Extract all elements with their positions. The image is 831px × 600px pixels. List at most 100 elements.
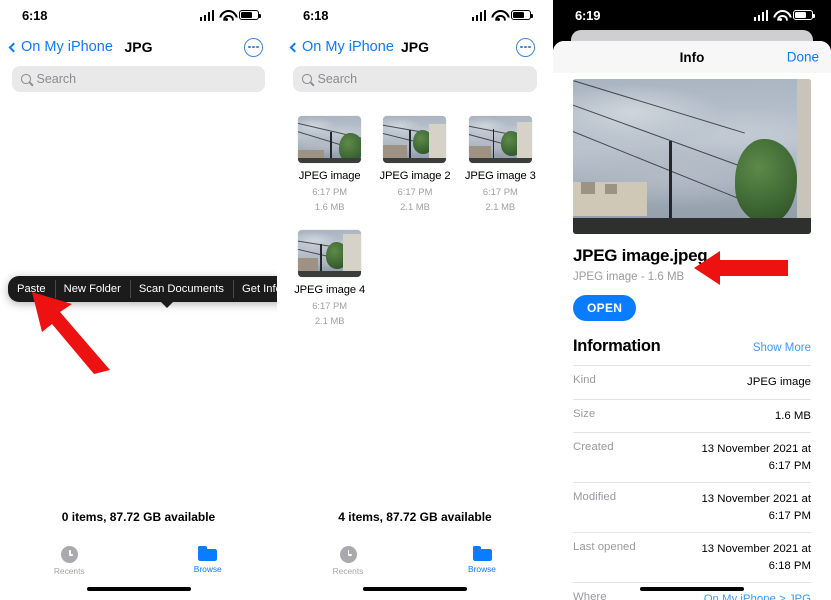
signal-icon <box>471 9 486 21</box>
sheet-title: Info <box>679 49 705 65</box>
tab-browse[interactable]: Browse <box>139 546 278 576</box>
tab-recents-label: Recents <box>332 566 364 576</box>
file-size: 2.1 MB <box>400 201 430 212</box>
tab-browse-label: Browse <box>468 564 496 574</box>
info-row-value: 13 November 2021 at 6:18 PM <box>701 543 811 572</box>
home-indicator <box>86 586 191 591</box>
file-thumbnail <box>298 230 362 277</box>
home-indicator <box>640 586 744 591</box>
file-thumbnail <box>298 116 362 163</box>
info-row-key: Last opened <box>573 541 636 554</box>
folder-icon <box>472 546 492 561</box>
back-button[interactable]: On My iPhone <box>8 39 113 55</box>
context-menu-item-get-info[interactable]: Get Info <box>233 276 277 302</box>
battery-icon <box>511 9 534 21</box>
tab-recents-label: Recents <box>53 566 85 576</box>
info-row: Last opened 13 November 2021 at 6:18 PM <box>573 532 811 582</box>
status-bar: 6:19 <box>553 0 831 30</box>
status-icons <box>199 9 262 21</box>
file-name: JPEG image 2 <box>379 170 451 182</box>
info-row-key: Where <box>573 591 607 600</box>
open-button[interactable]: OPEN <box>573 295 637 321</box>
navigation-bar: On My iPhone JPG <box>281 30 549 64</box>
info-row-value: 13 November 2021 at 6:17 PM <box>701 493 811 522</box>
status-time: 6:18 <box>303 7 329 23</box>
info-row-key: Kind <box>573 374 596 386</box>
clock-icon <box>60 546 78 563</box>
search-icon <box>21 74 31 84</box>
search-placeholder: Search <box>317 72 358 86</box>
back-button-label: On My iPhone <box>302 39 394 55</box>
battery-icon <box>793 9 816 21</box>
file-preview-image[interactable] <box>573 79 811 234</box>
status-bar: 6:18 <box>281 0 549 30</box>
info-row-key: Created <box>573 441 614 454</box>
info-row-value: 1.6 MB <box>774 409 811 422</box>
info-row: Size 1.6 MB <box>573 398 811 433</box>
file-item[interactable]: JPEG image 2 6:17 PM 2.1 MB <box>372 108 457 212</box>
chevron-left-icon <box>8 42 19 52</box>
folder-status-text: 0 items, 87.72 GB available <box>61 510 216 524</box>
tab-browse[interactable]: Browse <box>415 546 549 576</box>
tab-bar: Recents Browse <box>0 546 277 576</box>
info-row-value-link[interactable]: On My iPhone > JPG <box>704 591 811 600</box>
search-container: Search <box>281 64 549 100</box>
tab-recents[interactable]: Recents <box>0 546 139 576</box>
chevron-left-icon <box>289 42 300 52</box>
wifi-icon <box>219 10 234 21</box>
status-icons <box>471 9 534 21</box>
info-row-key: Size <box>573 407 596 420</box>
home-indicator <box>363 586 467 591</box>
tab-browse-label: Browse <box>193 564 222 574</box>
modal-sheet-stack: Info Done JPEG image.jpeg JPEG image - 1… <box>553 30 831 600</box>
file-time: 6:17 PM <box>482 186 518 197</box>
context-menu-pointer <box>160 301 174 308</box>
file-item[interactable]: JPEG image 6:17 PM 1.6 MB <box>287 108 372 212</box>
more-options-icon[interactable] <box>244 37 263 57</box>
back-button[interactable]: On My iPhone <box>289 39 394 55</box>
navigation-bar: On My iPhone JPG <box>0 30 277 64</box>
context-menu-item-scan-documents[interactable]: Scan Documents <box>129 276 233 302</box>
file-grid: JPEG image 6:17 PM 1.6 MB JPEG image 2 6… <box>281 100 549 326</box>
red-arrow-paste <box>32 292 110 374</box>
info-sheet: Info Done JPEG image.jpeg JPEG image - 1… <box>553 41 831 600</box>
tab-bar: Recents Browse <box>281 546 549 576</box>
info-row: Created 13 November 2021 at 6:17 PM <box>573 432 811 482</box>
search-container: Search <box>0 64 277 100</box>
file-size: 2.1 MB <box>314 315 345 326</box>
phone-panel-1: 6:18 On My iPhone JPG Search Paste New F… <box>0 0 277 600</box>
folder-status-text: 4 items, 87.72 GB available <box>338 510 492 524</box>
file-size: 1.6 MB <box>314 201 345 212</box>
file-header: JPEG image.jpeg JPEG image - 1.6 MB <box>553 234 831 283</box>
tab-recents[interactable]: Recents <box>281 546 415 576</box>
sheet-header: Info Done <box>553 41 831 73</box>
file-time: 6:17 PM <box>397 186 433 197</box>
back-button-label: On My iPhone <box>21 39 113 55</box>
search-input[interactable]: Search <box>293 66 537 92</box>
information-section-header: Information Show More <box>573 337 811 365</box>
file-time: 6:17 PM <box>312 186 348 197</box>
done-button[interactable]: Done <box>787 50 819 65</box>
info-row: Modified 13 November 2021 at 6:17 PM <box>573 482 811 532</box>
info-row-value: JPEG image <box>747 376 811 388</box>
file-name: JPEG image <box>298 170 361 182</box>
info-row-value: 13 November 2021 at 6:17 PM <box>701 443 811 472</box>
information-section: Information Show More Kind JPEG image Si… <box>573 337 811 600</box>
battery-icon <box>239 9 262 21</box>
status-icons <box>753 9 816 21</box>
info-row: Where On My iPhone > JPG <box>573 582 811 600</box>
search-placeholder: Search <box>36 72 77 86</box>
file-item[interactable]: JPEG image 3 6:17 PM 2.1 MB <box>458 108 543 212</box>
file-thumbnail <box>468 116 532 163</box>
screenshot-stage: 6:18 On My iPhone JPG Search Paste New F… <box>0 0 831 600</box>
signal-icon <box>199 9 214 21</box>
search-icon <box>302 74 312 84</box>
file-item[interactable]: JPEG image 4 6:17 PM 2.1 MB <box>287 222 372 326</box>
status-bar: 6:18 <box>0 0 277 30</box>
more-options-icon[interactable] <box>516 37 535 57</box>
file-name: JPEG image 4 <box>294 284 366 296</box>
phone-panel-3: 6:19 Info Done JPEG image.jpeg JPEG imag… <box>553 0 831 600</box>
search-input[interactable]: Search <box>12 66 265 92</box>
phone-panel-2: 6:18 On My iPhone JPG Search JPEG image … <box>281 0 549 600</box>
show-more-button[interactable]: Show More <box>753 342 811 354</box>
